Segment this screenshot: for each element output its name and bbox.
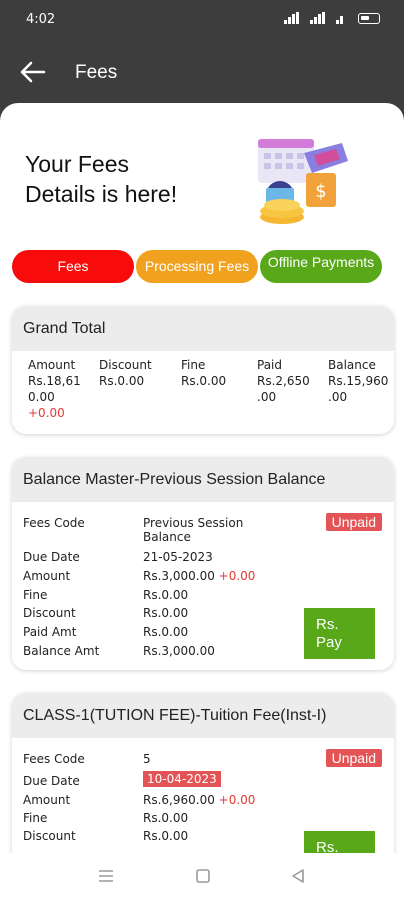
discount-label: Discount bbox=[23, 829, 76, 843]
pay-button[interactable]: Rs. Pay bbox=[304, 608, 375, 659]
paid-amt-label: Paid Amt bbox=[23, 625, 77, 639]
due-date-badge: 10-04-2023 bbox=[143, 771, 221, 787]
amount-value: Rs.3,000.00 +0.00 bbox=[143, 569, 255, 583]
system-nav-bar bbox=[0, 853, 404, 900]
system-back-button[interactable] bbox=[289, 867, 307, 889]
amount-extra: +0.00 bbox=[218, 569, 256, 583]
amount-label: Amount bbox=[23, 569, 71, 583]
status-time: 4:02 bbox=[26, 12, 56, 27]
fine-value: Rs.0.00 bbox=[143, 811, 189, 825]
gt-fine-header: Fine bbox=[181, 358, 206, 372]
grand-total-title: Grand Total bbox=[12, 306, 394, 351]
amount-value: Rs.6,960.00 +0.00 bbox=[143, 793, 255, 807]
fees-code-label: Fees Code bbox=[23, 516, 85, 530]
recent-apps-button[interactable] bbox=[97, 867, 115, 889]
fee-card: CLASS-1(TUTION FEE)-Tuition Fee(Inst-I) … bbox=[12, 693, 394, 853]
grand-total-card: Grand Total Amount Rs.18,61 0.00 +0.00 D… bbox=[12, 306, 394, 434]
triangle-back-icon bbox=[292, 869, 304, 883]
discount-label: Discount bbox=[23, 606, 76, 620]
grand-total-columns: Amount Rs.18,61 0.00 +0.00 Discount Rs.0… bbox=[12, 351, 394, 433]
discount-value: Rs.0.00 bbox=[143, 829, 189, 843]
arrow-left-icon bbox=[20, 61, 46, 83]
gt-amount-header: Amount bbox=[28, 358, 76, 372]
gt-balance-value-2: .00 bbox=[328, 390, 348, 404]
pay-button[interactable]: Rs. bbox=[304, 831, 375, 853]
gt-paid-column: Paid Rs.2,650 .00 bbox=[257, 357, 310, 405]
gt-discount-column: Discount Rs.0.00 bbox=[99, 357, 152, 389]
gt-amount-value-1: Rs.18,61 bbox=[28, 374, 81, 388]
fees-code-value: Previous Session Balance bbox=[143, 516, 243, 544]
fees-code-value-1: Previous Session bbox=[143, 516, 244, 530]
content-sheet[interactable]: Your Fees Details is here! $ Fees Proces… bbox=[0, 103, 404, 853]
wifi-signal-icon bbox=[284, 12, 300, 24]
gt-balance-column: Balance Rs.15,960 .00 bbox=[328, 357, 388, 405]
gt-amount-value-2: 0.00 bbox=[28, 390, 55, 404]
cell-signal-2-icon bbox=[336, 12, 348, 24]
back-button[interactable] bbox=[16, 58, 50, 86]
amount-label: Amount bbox=[23, 793, 71, 807]
home-button[interactable] bbox=[194, 867, 212, 889]
gt-amount-column: Amount Rs.18,61 0.00 +0.00 bbox=[28, 357, 81, 421]
fine-label: Fine bbox=[23, 811, 48, 825]
pay-button-label-1: Rs. bbox=[316, 616, 339, 633]
tab-offline-payments[interactable]: Offline Payments bbox=[260, 250, 382, 283]
pay-button-label-2: Pay bbox=[316, 634, 342, 651]
square-icon bbox=[196, 869, 210, 883]
gt-fine-value: Rs.0.00 bbox=[181, 374, 227, 388]
tab-fees[interactable]: Fees bbox=[12, 250, 134, 283]
amount-value-main: Rs.3,000.00 bbox=[143, 569, 215, 583]
pay-button-label-1: Rs. bbox=[316, 839, 339, 853]
balance-amt-label: Balance Amt bbox=[23, 644, 100, 658]
svg-text:$: $ bbox=[315, 181, 326, 202]
gt-discount-value: Rs.0.00 bbox=[99, 374, 145, 388]
amount-value-main: Rs.6,960.00 bbox=[143, 793, 215, 807]
due-date-value: 21-05-2023 bbox=[143, 550, 213, 564]
fees-code-value-2: Balance bbox=[143, 530, 191, 544]
fine-label: Fine bbox=[23, 588, 48, 602]
gt-balance-header: Balance bbox=[328, 358, 376, 372]
fee-card: Balance Master-Previous Session Balance … bbox=[12, 457, 394, 670]
gt-paid-header: Paid bbox=[257, 358, 283, 372]
gt-paid-value-1: Rs.2,650 bbox=[257, 374, 310, 388]
due-date-label: Due Date bbox=[23, 774, 80, 788]
battery-icon bbox=[358, 12, 380, 24]
fees-code-value: 5 bbox=[143, 752, 151, 766]
hero-title-line1: Your Fees bbox=[25, 151, 129, 177]
status-icons bbox=[284, 12, 380, 24]
status-bar: 4:02 bbox=[0, 0, 404, 40]
due-date-label: Due Date bbox=[23, 550, 80, 564]
due-date-value: 10-04-2023 bbox=[143, 771, 221, 787]
gt-fine-column: Fine Rs.0.00 bbox=[181, 357, 226, 389]
gt-discount-header: Discount bbox=[99, 358, 152, 372]
balance-amt-value: Rs.3,000.00 bbox=[143, 644, 215, 658]
hero-title-line2: Details is here! bbox=[25, 181, 178, 207]
hero-title: Your Fees Details is here! bbox=[25, 149, 225, 209]
fees-code-label: Fees Code bbox=[23, 752, 85, 766]
menu-lines-icon bbox=[99, 870, 113, 882]
status-badge: Unpaid bbox=[325, 749, 382, 767]
cell-signal-icon bbox=[310, 12, 326, 24]
paid-amt-value: Rs.0.00 bbox=[143, 625, 189, 639]
discount-value: Rs.0.00 bbox=[143, 606, 189, 620]
fee-card-title: Balance Master-Previous Session Balance bbox=[12, 457, 394, 502]
fine-value: Rs.0.00 bbox=[143, 588, 189, 602]
gt-balance-value-1: Rs.15,960 bbox=[328, 374, 389, 388]
gt-amount-extra: +0.00 bbox=[28, 406, 65, 420]
status-badge: Unpaid bbox=[325, 513, 382, 531]
gt-paid-value-2: .00 bbox=[257, 390, 277, 404]
fees-illustration-icon: $ bbox=[258, 139, 348, 224]
app-bar: Fees bbox=[0, 40, 404, 105]
amount-extra: +0.00 bbox=[218, 793, 256, 807]
fee-card-title: CLASS-1(TUTION FEE)-Tuition Fee(Inst-I) bbox=[12, 693, 394, 738]
page-title: Fees bbox=[75, 62, 118, 83]
tab-processing-fees[interactable]: Processing Fees bbox=[136, 250, 258, 283]
